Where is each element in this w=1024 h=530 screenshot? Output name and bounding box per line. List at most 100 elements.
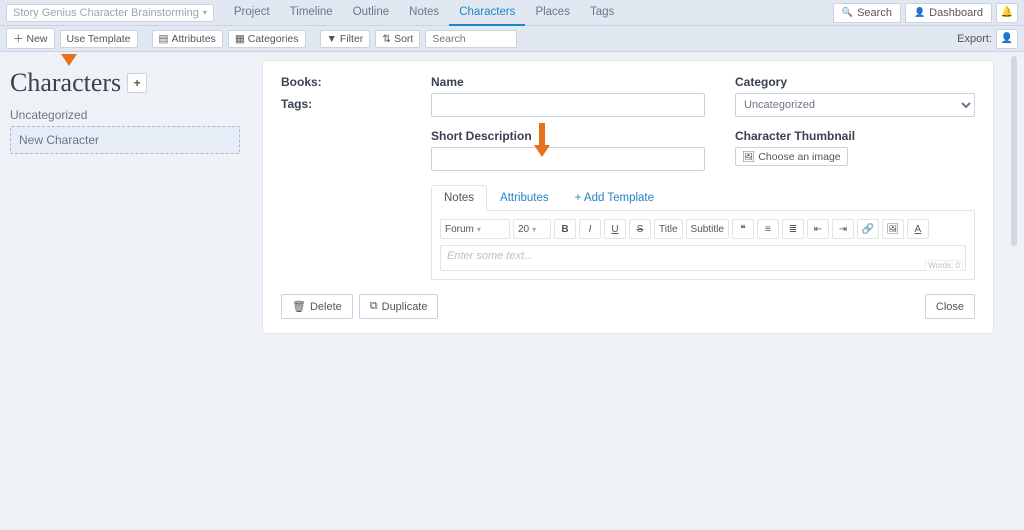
text-color-icon: A [915, 224, 922, 235]
use-template-label: Use Template [67, 33, 131, 45]
link-button[interactable]: 🔗 [857, 219, 879, 239]
filter-icon: ▼ [327, 33, 337, 45]
short-desc-label: Short Description [431, 129, 705, 143]
subtabs: Notes Attributes + Add Template [431, 185, 975, 211]
nav-tab-timeline[interactable]: Timeline [280, 0, 343, 26]
delete-button[interactable]: 🗑 Delete [281, 294, 353, 319]
duplicate-button[interactable]: ⧉ Duplicate [359, 294, 439, 319]
indent-icon: ⇥ [839, 224, 847, 235]
project-dropdown[interactable]: Story Genius Character Brainstorming ▾ [6, 4, 214, 22]
category-header: Uncategorized [10, 108, 240, 122]
title-style-button[interactable]: Title [654, 219, 683, 239]
subtab-notes[interactable]: Notes [431, 185, 487, 211]
use-template-button[interactable]: Use Template [60, 30, 138, 48]
attributes-button[interactable]: ▤ Attributes [152, 30, 223, 48]
quote-button[interactable]: ❝ [732, 219, 754, 239]
sidebar-item-label: New Character [19, 133, 99, 147]
sidebar-item-new-character[interactable]: New Character [10, 126, 240, 154]
choose-image-label: Choose an image [758, 151, 840, 163]
choose-image-button[interactable]: 🖼 Choose an image [735, 147, 848, 166]
sidebar: Characters + Uncategorized New Character [0, 52, 250, 530]
categories-label: Categories [248, 33, 299, 45]
character-card: Books: Tags: Name Short Description Cate… [262, 60, 994, 334]
user-icon: 👤 [914, 7, 925, 18]
notifications-button[interactable]: 🔔 [996, 3, 1018, 23]
bold-button[interactable]: B [554, 219, 576, 239]
list-icon: ▤ [159, 33, 169, 45]
nav-tab-project[interactable]: Project [224, 0, 280, 26]
outdent-icon: ⇤ [814, 224, 822, 235]
indent-button[interactable]: ⇥ [832, 219, 854, 239]
link-icon: 🔗 [862, 224, 874, 235]
unordered-list-button[interactable]: ≣ [782, 219, 804, 239]
underline-button[interactable]: U [604, 219, 626, 239]
quote-icon: ❝ [740, 224, 745, 235]
filter-label: Filter [340, 33, 363, 45]
grid-icon: ▦ [235, 33, 245, 45]
nav-tab-characters[interactable]: Characters [449, 0, 525, 26]
sort-button[interactable]: ⇅ Sort [375, 30, 420, 48]
strike-button[interactable]: S [629, 219, 651, 239]
dashboard-button[interactable]: 👤 Dashboard [905, 3, 992, 23]
rich-text-editor: Forum ▾ 20 ▾ B I U S Title [431, 210, 975, 280]
picture-icon: 🖼 [887, 224, 900, 235]
insert-image-button[interactable]: 🖼 [882, 219, 904, 239]
add-character-button[interactable]: + [127, 73, 147, 93]
editor-placeholder: Enter some text... [447, 250, 533, 262]
books-label: Books: [281, 75, 401, 89]
ol-icon: ≡ [765, 224, 771, 235]
subtab-attributes[interactable]: Attributes [487, 185, 562, 211]
thumbnail-label: Character Thumbnail [735, 129, 975, 143]
search-label: Search [857, 7, 892, 19]
filter-button[interactable]: ▼ Filter [320, 30, 371, 48]
search-icon: 🔍 [842, 7, 853, 18]
category-field-label: Category [735, 75, 975, 89]
top-bar: Story Genius Character Brainstorming ▾ P… [0, 0, 1024, 26]
scrollbar-thumb[interactable] [1011, 56, 1017, 246]
close-button[interactable]: Close [925, 294, 975, 319]
attributes-label: Attributes [171, 33, 215, 45]
trash-icon: 🗑 [292, 300, 306, 313]
categories-button[interactable]: ▦ Categories [228, 30, 306, 48]
toolbar: ＋ New Use Template ▤ Attributes ▦ Catego… [0, 26, 1024, 52]
caret-down-icon: ▾ [477, 225, 481, 234]
italic-button[interactable]: I [579, 219, 601, 239]
dashboard-label: Dashboard [929, 7, 983, 19]
name-label: Name [431, 75, 705, 89]
tags-label: Tags: [281, 97, 401, 111]
toolbar-search-input[interactable] [425, 30, 517, 48]
size-select[interactable]: 20 ▾ [513, 219, 551, 239]
user-export-icon: 👤 [1001, 33, 1013, 44]
delete-label: Delete [310, 301, 342, 313]
size-value: 20 [518, 224, 529, 235]
global-search-button[interactable]: 🔍 Search [833, 3, 901, 23]
page-title: Characters [10, 68, 121, 98]
sort-label: Sort [394, 33, 413, 45]
nav-tab-places[interactable]: Places [525, 0, 580, 26]
duplicate-label: Duplicate [382, 301, 428, 313]
ordered-list-button[interactable]: ≡ [757, 219, 779, 239]
editor-body[interactable]: Enter some text... Words: 0 [440, 245, 966, 271]
short-desc-input[interactable] [431, 147, 705, 171]
nav-tab-notes[interactable]: Notes [399, 0, 449, 26]
nav-tab-outline[interactable]: Outline [343, 0, 399, 26]
subtitle-style-button[interactable]: Subtitle [686, 219, 729, 239]
nav-tab-tags[interactable]: Tags [580, 0, 624, 26]
caret-down-icon: ▾ [203, 8, 207, 17]
name-input[interactable] [431, 93, 705, 117]
outdent-button[interactable]: ⇤ [807, 219, 829, 239]
image-icon: 🖼 [742, 150, 755, 163]
new-button[interactable]: ＋ New [6, 28, 55, 49]
close-label: Close [936, 301, 964, 313]
text-color-button[interactable]: A [907, 219, 929, 239]
export-button[interactable]: 👤 [996, 29, 1018, 49]
new-label: New [27, 33, 48, 45]
nav-tabs: Project Timeline Outline Notes Character… [224, 0, 624, 26]
sort-icon: ⇅ [382, 33, 391, 45]
subtab-add-template[interactable]: + Add Template [562, 185, 667, 211]
bell-icon: 🔔 [1001, 7, 1013, 18]
category-select[interactable]: Uncategorized [735, 93, 975, 117]
ul-icon: ≣ [789, 224, 797, 235]
caret-down-icon: ▾ [532, 225, 536, 234]
font-select[interactable]: Forum ▾ [440, 219, 510, 239]
